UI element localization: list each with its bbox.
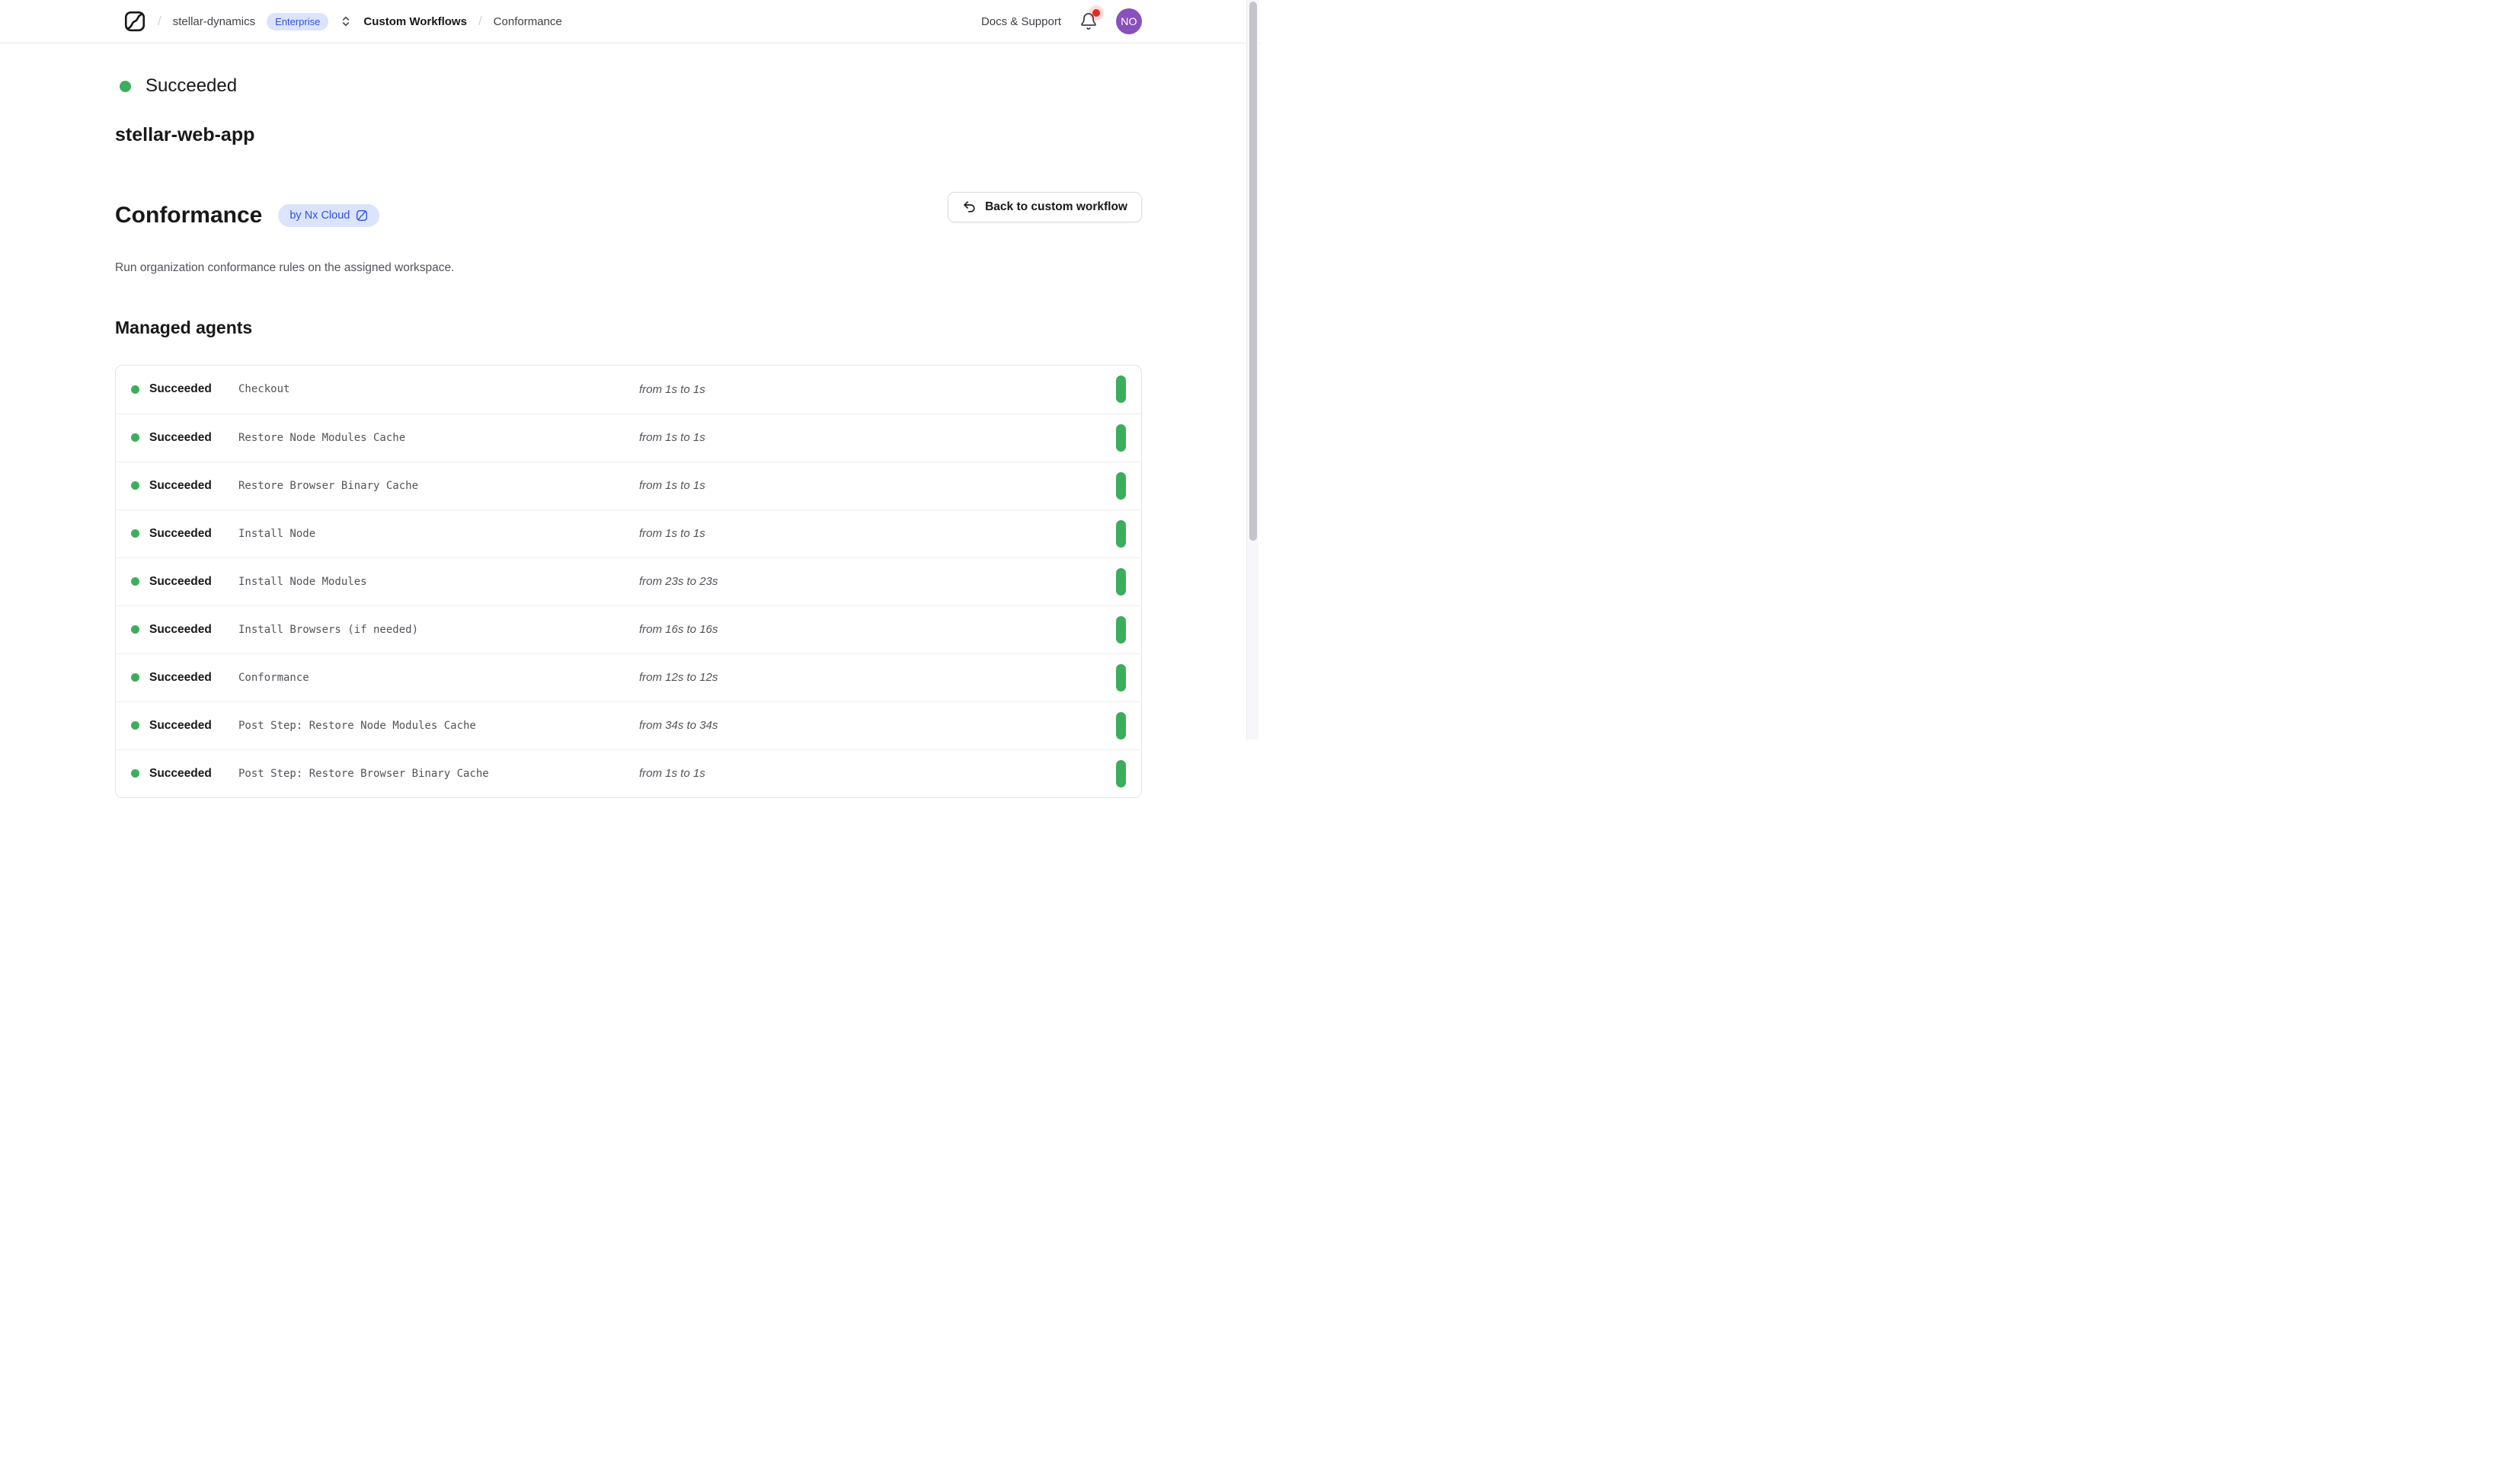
step-timing: from 1s to 1s xyxy=(639,383,1116,396)
breadcrumb-page: Conformance xyxy=(494,15,562,28)
agent-step-row[interactable]: Succeeded Checkout from 1s to 1s xyxy=(116,366,1141,414)
undo-arrow-icon xyxy=(962,200,977,214)
step-timing: from 1s to 1s xyxy=(639,431,1116,444)
step-status-label: Succeeded xyxy=(149,575,212,589)
workspace-title: stellar-web-app xyxy=(115,123,1142,146)
step-status-label: Succeeded xyxy=(149,671,212,685)
step-timing: from 12s to 12s xyxy=(639,671,1116,684)
breadcrumb: / stellar-dynamics Enterprise Custom Wor… xyxy=(123,10,562,33)
step-status: Succeeded xyxy=(131,527,238,541)
step-status-label: Succeeded xyxy=(149,719,212,733)
step-duration-bar xyxy=(1116,616,1126,644)
scrollbar-thumb[interactable] xyxy=(1249,2,1257,541)
status-dot-icon xyxy=(131,433,139,442)
step-status: Succeeded xyxy=(131,479,238,493)
nx-cloud-mini-logo-icon xyxy=(356,209,368,222)
step-duration-bar xyxy=(1116,472,1126,500)
step-name: Checkout xyxy=(238,383,639,395)
step-duration-bar xyxy=(1116,520,1126,548)
status-dot-icon xyxy=(131,769,139,778)
by-nx-cloud-label: by Nx Cloud xyxy=(289,209,350,222)
by-nx-cloud-badge[interactable]: by Nx Cloud xyxy=(278,204,379,227)
back-button-label: Back to custom workflow xyxy=(985,200,1127,214)
step-name: Restore Browser Binary Cache xyxy=(238,480,639,492)
vertical-scrollbar[interactable] xyxy=(1246,0,1258,740)
agent-step-row[interactable]: Succeeded Install Node from 1s to 1s xyxy=(116,510,1141,557)
enterprise-badge[interactable]: Enterprise xyxy=(267,13,328,30)
managed-agents-heading: Managed agents xyxy=(115,318,1142,339)
step-timing: from 16s to 16s xyxy=(639,623,1116,636)
main-content: Succeeded stellar-web-app Conformance by… xyxy=(0,0,1260,798)
step-status-label: Succeeded xyxy=(149,431,212,445)
status-dot-icon xyxy=(131,529,139,538)
step-name: Conformance xyxy=(238,672,639,684)
step-status: Succeeded xyxy=(131,382,238,396)
agent-step-row[interactable]: Succeeded Install Node Modules from 23s … xyxy=(116,557,1141,605)
step-name: Install Node Modules xyxy=(238,576,639,588)
step-duration-bar xyxy=(1116,424,1126,452)
step-name: Post Step: Restore Browser Binary Cache xyxy=(238,768,639,780)
agent-step-row[interactable]: Succeeded Install Browsers (if needed) f… xyxy=(116,605,1141,653)
step-status: Succeeded xyxy=(131,719,238,733)
run-status: Succeeded xyxy=(115,75,1142,97)
step-status-label: Succeeded xyxy=(149,623,212,637)
workflow-description: Run organization conformance rules on th… xyxy=(115,260,1142,275)
step-duration-bar xyxy=(1116,568,1126,596)
nx-cloud-logo-icon[interactable] xyxy=(123,10,146,33)
step-status-label: Succeeded xyxy=(149,767,212,781)
docs-support-link[interactable]: Docs & Support xyxy=(981,15,1061,28)
step-status-label: Succeeded xyxy=(149,479,212,493)
status-dot-icon xyxy=(131,625,139,634)
step-timing: from 34s to 34s xyxy=(639,719,1116,732)
step-duration-bar xyxy=(1116,712,1126,740)
breadcrumb-separator: / xyxy=(478,14,482,29)
status-dot-icon xyxy=(131,481,139,490)
step-status: Succeeded xyxy=(131,623,238,637)
step-timing: from 1s to 1s xyxy=(639,527,1116,540)
agent-step-row[interactable]: Succeeded Restore Node Modules Cache fro… xyxy=(116,414,1141,462)
top-navbar: / stellar-dynamics Enterprise Custom Wor… xyxy=(0,0,1260,43)
notifications-bell-icon[interactable] xyxy=(1079,12,1098,30)
step-name: Restore Node Modules Cache xyxy=(238,432,639,444)
step-status: Succeeded xyxy=(131,671,238,685)
step-status: Succeeded xyxy=(131,767,238,781)
breadcrumb-section[interactable]: Custom Workflows xyxy=(363,15,467,28)
step-timing: from 23s to 23s xyxy=(639,575,1116,588)
run-status-label: Succeeded xyxy=(146,75,237,97)
step-duration-bar xyxy=(1116,664,1126,692)
step-status-label: Succeeded xyxy=(149,382,212,396)
step-status-label: Succeeded xyxy=(149,527,212,541)
status-dot-icon xyxy=(120,81,131,92)
step-status: Succeeded xyxy=(131,575,238,589)
status-dot-icon xyxy=(131,385,139,394)
step-duration-bar xyxy=(1116,760,1126,787)
step-name: Install Browsers (if needed) xyxy=(238,624,639,636)
breadcrumb-separator: / xyxy=(158,14,161,29)
agent-step-row[interactable]: Succeeded Restore Browser Binary Cache f… xyxy=(116,462,1141,510)
status-dot-icon xyxy=(131,673,139,682)
workflow-title: Conformance xyxy=(115,202,262,229)
back-to-custom-workflow-button[interactable]: Back to custom workflow xyxy=(948,192,1142,222)
workflow-section: Conformance by Nx Cloud Run organization… xyxy=(115,183,1142,275)
step-duration-bar xyxy=(1116,375,1126,403)
step-timing: from 1s to 1s xyxy=(639,767,1116,780)
notification-badge-dot xyxy=(1092,9,1100,17)
chevrons-up-down-icon[interactable] xyxy=(340,15,352,27)
avatar[interactable]: NO xyxy=(1116,8,1142,34)
navbar-actions: Docs & Support NO xyxy=(981,8,1142,34)
step-status: Succeeded xyxy=(131,431,238,445)
step-timing: from 1s to 1s xyxy=(639,479,1116,492)
managed-agents-list: Succeeded Checkout from 1s to 1s Succeed… xyxy=(115,365,1142,798)
step-name: Post Step: Restore Node Modules Cache xyxy=(238,720,639,732)
step-name: Install Node xyxy=(238,528,639,540)
status-dot-icon xyxy=(131,577,139,586)
agent-step-row[interactable]: Succeeded Post Step: Restore Node Module… xyxy=(116,701,1141,749)
breadcrumb-org[interactable]: stellar-dynamics xyxy=(173,15,255,28)
status-dot-icon xyxy=(131,721,139,730)
agent-step-row[interactable]: Succeeded Conformance from 12s to 12s xyxy=(116,653,1141,701)
agent-step-row[interactable]: Succeeded Post Step: Restore Browser Bin… xyxy=(116,749,1141,797)
